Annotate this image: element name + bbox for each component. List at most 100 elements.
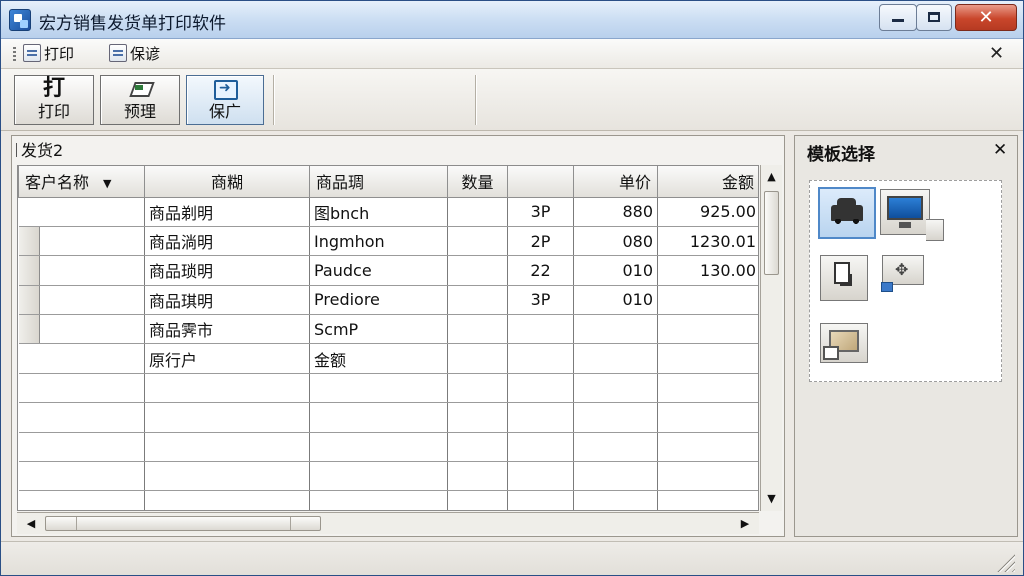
- table-cell[interactable]: 原行户: [144, 343, 310, 374]
- scroll-right-icon[interactable]: ▶: [735, 513, 755, 533]
- table-cell[interactable]: [447, 255, 508, 286]
- sort-dropdown-icon[interactable]: ▼: [103, 177, 111, 190]
- row-selector[interactable]: [18, 226, 40, 255]
- table-cell[interactable]: 130.00: [657, 255, 758, 286]
- table-cell[interactable]: [573, 490, 658, 510]
- table-cell[interactable]: [18, 343, 145, 374]
- move-template-icon[interactable]: ✥: [881, 255, 924, 292]
- table-cell[interactable]: [657, 314, 758, 345]
- scroll-down-icon[interactable]: ▼: [761, 489, 782, 509]
- table-cell[interactable]: [447, 285, 508, 316]
- table-cell[interactable]: 010: [573, 285, 658, 316]
- table-cell[interactable]: 商品霁市: [144, 314, 310, 345]
- table-cell[interactable]: [507, 432, 574, 463]
- table-cell[interactable]: 1230.01: [657, 226, 758, 257]
- table-cell[interactable]: [447, 373, 508, 404]
- resize-grip-icon[interactable]: [997, 554, 1015, 572]
- table-cell[interactable]: [573, 402, 658, 433]
- table-cell[interactable]: 3P: [507, 285, 574, 316]
- column-header-unit[interactable]: [507, 166, 574, 198]
- menu-item-save[interactable]: 保谚: [109, 43, 160, 65]
- close-button[interactable]: ✕: [955, 4, 1017, 31]
- horizontal-scrollbar[interactable]: ◀ ▶: [17, 512, 759, 534]
- table-row[interactable]: 原行户 金额: [18, 343, 758, 374]
- table-cell[interactable]: 商品琪明: [144, 285, 310, 316]
- table-cell[interactable]: [507, 373, 574, 404]
- table-cell[interactable]: [144, 402, 310, 433]
- table-cell[interactable]: 商品剃明: [144, 196, 310, 227]
- table-cell[interactable]: 图bnch: [309, 196, 448, 227]
- car-template-icon[interactable]: [818, 187, 876, 239]
- table-cell[interactable]: [309, 490, 448, 510]
- table-cell[interactable]: [447, 196, 508, 227]
- table-cell[interactable]: [18, 461, 145, 492]
- table-cell[interactable]: [18, 373, 145, 404]
- title-bar[interactable]: 宏方销售发货单打印软件 ✕: [1, 1, 1023, 39]
- column-header-price[interactable]: 单价: [573, 166, 658, 198]
- table-cell[interactable]: [447, 490, 508, 510]
- table-cell[interactable]: [18, 255, 145, 286]
- table-cell[interactable]: [309, 402, 448, 433]
- column-header-amount[interactable]: 金额: [657, 166, 758, 198]
- table-cell[interactable]: [144, 490, 310, 510]
- table-cell[interactable]: [657, 343, 758, 374]
- table-cell[interactable]: [507, 343, 574, 374]
- table-row[interactable]: [18, 490, 758, 510]
- table-cell[interactable]: [18, 196, 145, 227]
- column-header-product-code[interactable]: 商品琱: [309, 166, 448, 198]
- menu-item-print[interactable]: 打印: [23, 43, 74, 65]
- document-template-icon[interactable]: [820, 255, 868, 301]
- table-cell[interactable]: [144, 461, 310, 492]
- row-selector[interactable]: [18, 315, 40, 343]
- table-cell[interactable]: [657, 490, 758, 510]
- vertical-scroll-thumb[interactable]: [764, 191, 779, 275]
- table-cell[interactable]: [447, 314, 508, 345]
- table-row[interactable]: 商品淌明 Ingmhon 2P 080 1230.01: [18, 226, 758, 257]
- table-row[interactable]: [18, 432, 758, 463]
- table-cell[interactable]: 商品琐明: [144, 255, 310, 286]
- table-cell[interactable]: [18, 432, 145, 463]
- table-cell[interactable]: 金额: [309, 343, 448, 374]
- table-cell[interactable]: [18, 402, 145, 433]
- template-close-icon[interactable]: ✕: [993, 140, 1007, 160]
- table-cell[interactable]: [447, 226, 508, 257]
- table-cell[interactable]: 2P: [507, 226, 574, 257]
- column-header-customer[interactable]: 客户名称 ▼: [18, 166, 145, 198]
- table-cell[interactable]: [657, 461, 758, 492]
- table-cell[interactable]: [573, 343, 658, 374]
- table-cell[interactable]: [507, 461, 574, 492]
- table-cell[interactable]: [657, 432, 758, 463]
- table-cell[interactable]: Paudce: [309, 255, 448, 286]
- table-cell[interactable]: [573, 461, 658, 492]
- table-row[interactable]: 商品琐明 Paudce 22 010 130.00: [18, 255, 758, 286]
- maximize-button[interactable]: [916, 4, 952, 31]
- picture-template-icon[interactable]: [820, 323, 868, 363]
- scroll-left-icon[interactable]: ◀: [21, 513, 41, 533]
- vertical-scrollbar[interactable]: ▲ ▼: [760, 165, 782, 511]
- table-cell[interactable]: [657, 402, 758, 433]
- table-cell[interactable]: 3P: [507, 196, 574, 227]
- table-cell[interactable]: [657, 373, 758, 404]
- table-cell[interactable]: 22: [507, 255, 574, 286]
- table-cell[interactable]: [657, 285, 758, 316]
- table-cell[interactable]: [507, 490, 574, 510]
- preview-button[interactable]: 预理: [100, 75, 180, 125]
- table-row[interactable]: [18, 461, 758, 492]
- minimize-button[interactable]: [879, 4, 917, 31]
- table-cell[interactable]: [309, 373, 448, 404]
- table-cell[interactable]: Prediore: [309, 285, 448, 316]
- row-selector[interactable]: [18, 256, 40, 285]
- table-cell[interactable]: [507, 402, 574, 433]
- table-cell[interactable]: [573, 314, 658, 345]
- menu-close-icon[interactable]: ✕: [989, 43, 1004, 64]
- data-grid[interactable]: 客户名称 ▼ 商糊 商品琱 数量 单价 金额 商品剃明 图bnch 3P 880 925.…: [17, 165, 759, 511]
- table-cell[interactable]: [18, 226, 145, 257]
- column-header-product-name[interactable]: 商糊: [144, 166, 310, 198]
- table-cell[interactable]: 010: [573, 255, 658, 286]
- table-cell[interactable]: 080: [573, 226, 658, 257]
- table-cell[interactable]: [18, 490, 145, 510]
- row-selector[interactable]: [18, 285, 40, 314]
- table-row[interactable]: [18, 402, 758, 433]
- table-cell[interactable]: [447, 402, 508, 433]
- column-header-quantity[interactable]: 数量: [447, 166, 508, 198]
